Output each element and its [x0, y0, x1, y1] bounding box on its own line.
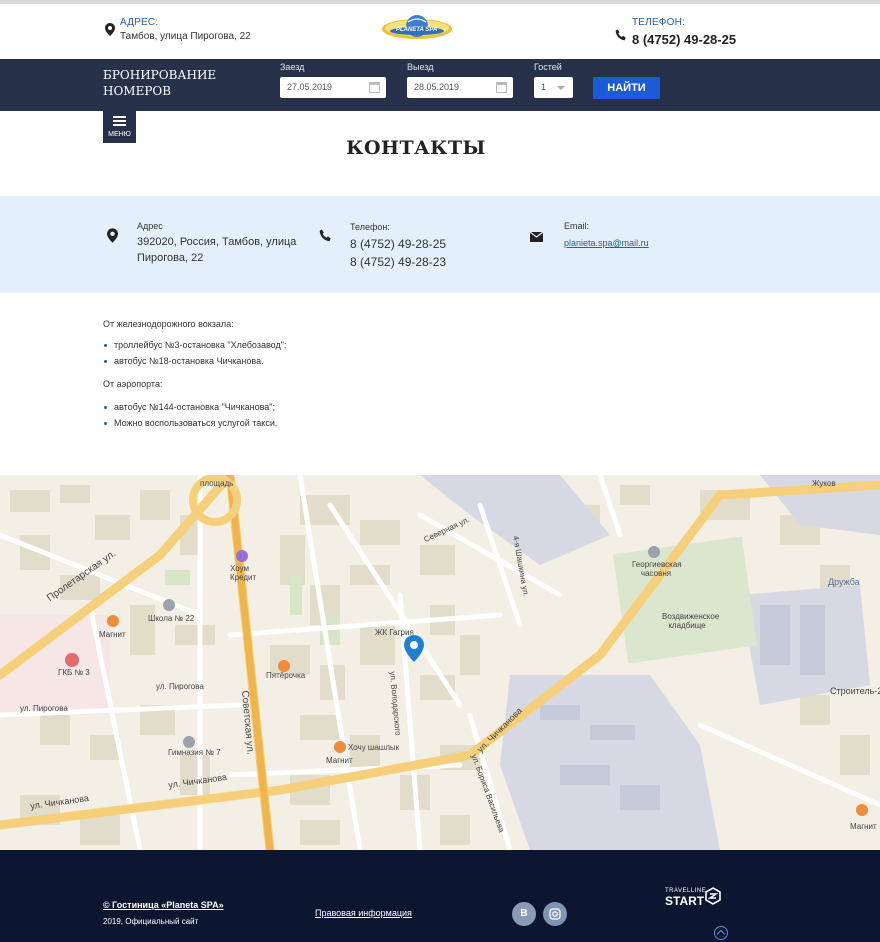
phone-icon — [319, 229, 332, 247]
checkin-field[interactable]: 27.05.2019 — [280, 77, 386, 98]
map-label: Георгиевская часовня — [632, 560, 682, 578]
header-phone-value[interactable]: 8 (4752) 49-28-25 — [632, 32, 736, 47]
airport-heading: От аэропорта: — [103, 379, 163, 389]
contact-address-label: Адрес — [137, 221, 163, 231]
find-button[interactable]: НАЙТИ — [593, 77, 660, 99]
map-label: Магнит — [850, 822, 877, 831]
map-label: Школа № 22 — [148, 614, 195, 623]
contact-address-line2: Пирогова, 22 — [137, 252, 204, 264]
travelline-start-label: START — [665, 894, 705, 908]
map-label: Хоум Кредит — [230, 564, 257, 582]
guests-select[interactable]: 1 — [534, 77, 573, 98]
travelline-logo-icon[interactable] — [704, 887, 722, 910]
hamburger-icon — [113, 116, 126, 127]
map-label: ЖК Гагрия — [375, 628, 414, 637]
contact-phone-2[interactable]: 8 (4752) 49-28-23 — [350, 254, 446, 270]
chevron-down-icon — [557, 86, 565, 90]
contact-phone-1[interactable]: 8 (4752) 49-28-25 — [350, 236, 446, 252]
map-label: Жуков — [812, 479, 836, 488]
list-item: автобус №144-остановка "Чичканова"; — [103, 402, 275, 412]
page-title: КОНТАКТЫ — [346, 137, 486, 159]
station-heading: От железнодорожного вокзала: — [103, 319, 234, 329]
instagram-icon[interactable] — [543, 902, 567, 926]
vk-icon[interactable]: В — [512, 902, 536, 926]
list-item: Можно воспользоваться услугой такси. — [103, 418, 277, 428]
checkout-label: Выезд — [407, 62, 434, 72]
header-phone-label: ТЕЛЕФОН: — [632, 17, 685, 28]
map-label: Пятёрочка — [266, 671, 306, 680]
checkout-field[interactable]: 28.05.2019 — [407, 77, 513, 98]
guests-label: Гостей — [534, 62, 562, 72]
map-label: ул. Пирогова — [20, 704, 68, 713]
legal-info-link[interactable]: Правовая информация — [315, 908, 412, 918]
map-label: ГКБ № 3 — [58, 668, 90, 677]
checkout-value: 28.05.2019 — [414, 82, 460, 92]
phone-icon — [615, 28, 627, 46]
checkin-label: Заезд — [280, 62, 305, 72]
location-pin-icon — [105, 23, 115, 41]
contact-email-label: Email: — [564, 221, 590, 231]
map-label: Магнит — [326, 756, 353, 765]
map-label: Магнит — [99, 630, 126, 639]
map[interactable]: площадь Жуков Пролетарская ул. Советская… — [0, 475, 880, 850]
contact-address-line1: 392020, Россия, Тамбов, улица — [137, 236, 297, 248]
booking-bar: БРОНИРОВАНИЕ НОМЕРОВ Заезд 27.05.2019 Вы… — [0, 59, 880, 111]
checkin-value: 27.05.2019 — [287, 82, 333, 92]
guests-value: 1 — [541, 82, 547, 92]
contacts-band: Адрес 392020, Россия, Тамбов, улица Пиро… — [0, 196, 880, 293]
map-label: площадь — [200, 479, 234, 488]
header-address-value: Тамбов, улица Пирогова, 22 — [120, 31, 251, 42]
contact-phone-label: Телефон: — [350, 222, 390, 232]
map-label: Хочу шашлык — [348, 743, 400, 752]
map-label: Гимназия № 7 — [168, 748, 221, 757]
list-item: автобус №18-остановка Чичканова. — [103, 356, 264, 366]
hotel-logo[interactable]: PLANETA SPA — [380, 12, 454, 42]
map-label: Строитель-2 — [830, 686, 880, 696]
site-header: АДРЕС: Тамбов, улица Пирогова, 22 PLANET… — [0, 4, 880, 59]
map-label: ул. Пирогова — [156, 682, 204, 691]
location-pin-icon — [107, 228, 118, 248]
map-label: Дружба — [828, 577, 860, 587]
scroll-up-icon[interactable] — [714, 926, 728, 940]
logo-text: PLANETA SPA — [396, 27, 438, 33]
calendar-icon — [369, 82, 380, 93]
list-item: троллейбус №3-остановка "Хлебозавод"; — [103, 340, 286, 350]
calendar-icon — [496, 82, 507, 93]
booking-title: БРОНИРОВАНИЕ НОМЕРОВ — [103, 68, 217, 98]
envelope-icon — [529, 229, 544, 247]
copyright-year: 2019, Официальный сайт — [103, 917, 199, 926]
copyright-link[interactable]: © Гостиница «Planeta SPA» — [103, 900, 224, 910]
contact-email-link[interactable]: planieta.spa@mail.ru — [564, 238, 649, 248]
header-address-label: АДРЕС: — [120, 17, 159, 28]
map-label: Воздвиженское кладбище — [662, 612, 720, 630]
page: АДРЕС: Тамбов, улица Пирогова, 22 PLANET… — [0, 0, 880, 942]
site-footer: © Гостиница «Planeta SPA» 2019, Официаль… — [0, 850, 880, 942]
